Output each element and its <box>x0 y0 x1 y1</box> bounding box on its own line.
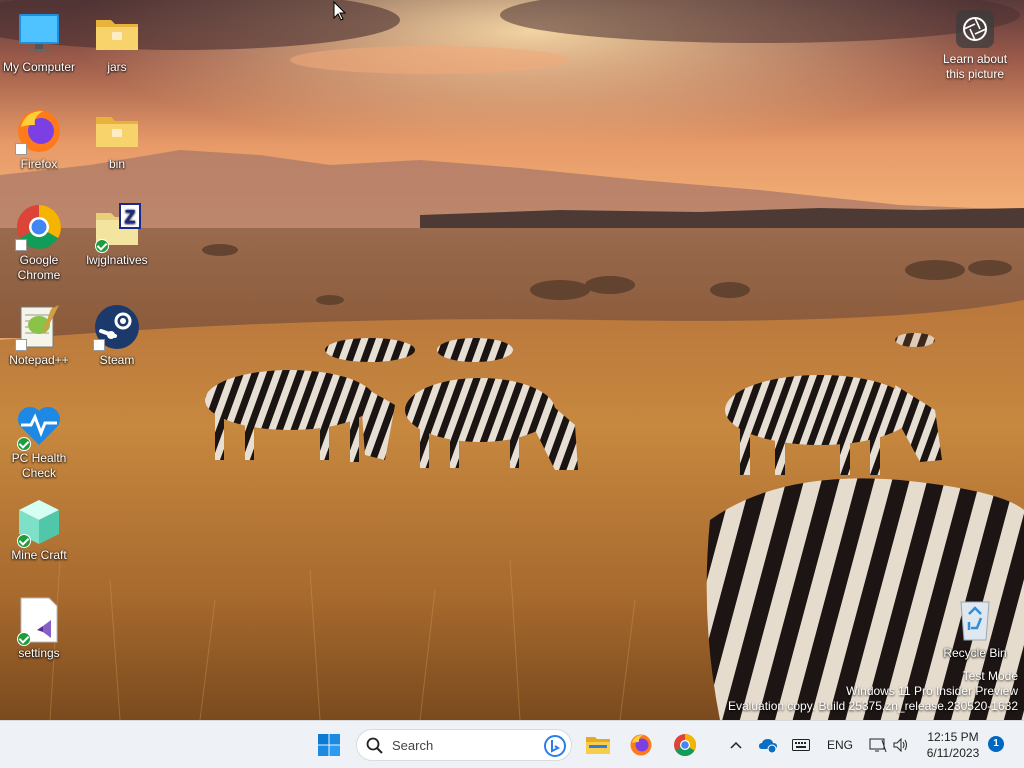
notification-count-badge[interactable]: 1 <box>988 736 1004 752</box>
folder-icon <box>93 10 141 58</box>
test-mode-watermark: Test Mode Windows 11 Pro Insider Preview… <box>728 669 1018 713</box>
shortcut-arrow-icon <box>15 339 27 351</box>
touch-keyboard-button[interactable] <box>786 729 816 761</box>
desktop-icon-jars[interactable]: jars <box>78 10 156 75</box>
chrome-icon <box>15 203 63 251</box>
desktop-icon-firefox[interactable]: Firefox <box>0 107 78 172</box>
onedrive-tray-button[interactable] <box>753 729 783 761</box>
keyboard-icon <box>792 739 810 751</box>
taskbar-file-explorer[interactable] <box>582 729 614 761</box>
learn-about-picture[interactable]: Learn about this picture <box>936 10 1014 82</box>
desktop-icon-my-computer[interactable]: My Computer <box>0 10 78 75</box>
cube-icon <box>15 498 63 548</box>
shortcut-arrow-icon <box>15 239 27 251</box>
steam-icon <box>93 303 141 351</box>
monitor-icon <box>15 10 63 58</box>
chevron-up-icon <box>730 741 742 749</box>
visual-studio-file-icon <box>15 596 63 646</box>
shortcut-arrow-icon <box>93 339 105 351</box>
file-explorer-icon <box>586 737 610 754</box>
onedrive-sync-icon <box>759 739 777 753</box>
folder-icon <box>93 107 141 155</box>
desktop-icon-lwjglnatives[interactable]: Z lwjglnatives <box>78 203 156 268</box>
desktop-icon-mine-craft[interactable]: Mine Craft <box>0 498 78 563</box>
input-language-indicator[interactable]: ENG <box>827 738 853 752</box>
sync-check-icon <box>95 239 109 253</box>
desktop-icon-pc-health-check[interactable]: PC Health Check <box>0 401 78 481</box>
windows-logo-icon <box>318 734 340 756</box>
sync-check-icon <box>17 437 31 451</box>
firefox-icon <box>630 734 652 756</box>
camera-lens-icon <box>956 10 994 48</box>
taskbar-clock[interactable]: 12:15 PM 6/11/2023 <box>920 729 986 761</box>
heart-pulse-icon <box>15 401 63 451</box>
taskbar-chrome[interactable] <box>669 729 701 761</box>
shortcut-arrow-icon <box>15 143 27 155</box>
desktop-icon-bin[interactable]: bin <box>78 107 156 172</box>
svg-text:Z: Z <box>125 207 136 227</box>
network-volume-button[interactable] <box>864 729 914 761</box>
chrome-icon <box>674 734 696 756</box>
desktop-icon-recycle-bin[interactable]: Recycle Bin <box>936 596 1014 661</box>
volume-icon <box>893 738 907 752</box>
desktop-icon-settings[interactable]: settings <box>0 596 78 661</box>
search-icon <box>366 737 383 759</box>
show-hidden-icons-button[interactable] <box>722 729 750 761</box>
desktop-icon-steam[interactable]: Steam <box>78 303 156 368</box>
recycle-bin-icon <box>951 596 999 644</box>
zip-folder-icon: Z <box>93 203 141 253</box>
notepad-plus-plus-icon <box>15 303 63 351</box>
start-button[interactable] <box>313 729 345 761</box>
bing-icon[interactable] <box>543 734 567 763</box>
sync-check-icon <box>17 632 31 646</box>
taskbar: Search ENG 12:15 PM 6/11/2023 <box>0 720 1024 768</box>
desktop-icon-notepad-plus-plus[interactable]: Notepad++ <box>0 303 78 368</box>
taskbar-firefox[interactable] <box>625 729 657 761</box>
network-icon <box>869 738 887 753</box>
firefox-icon <box>15 107 63 155</box>
desktop-icon-google-chrome[interactable]: Google Chrome <box>0 203 78 283</box>
taskbar-search-box[interactable]: Search <box>356 729 572 761</box>
sync-check-icon <box>17 534 31 548</box>
